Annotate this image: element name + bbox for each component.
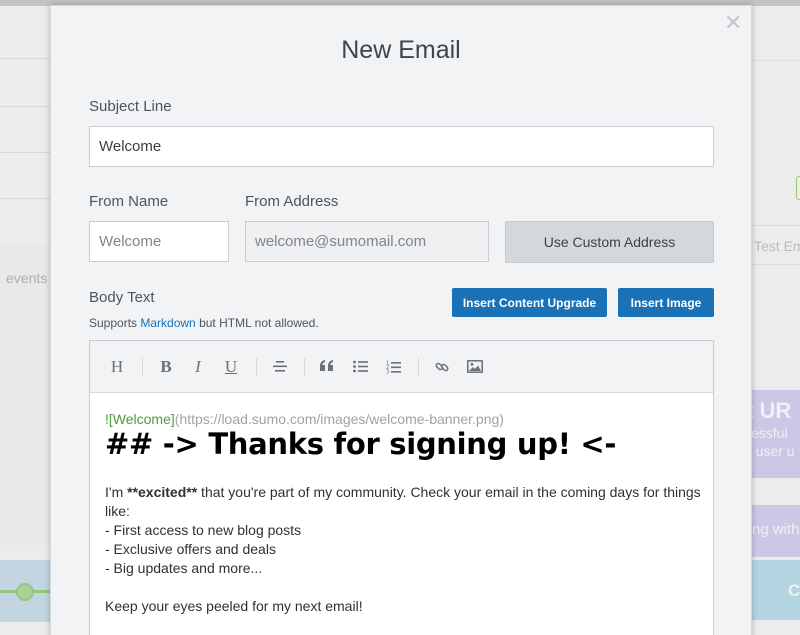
markdown-link[interactable]: Markdown [140,316,195,330]
underline-icon[interactable]: U [220,356,242,378]
bullet-list-icon[interactable] [349,356,371,378]
paragraph-bold: **excited** [127,484,198,500]
bold-icon[interactable]: B [155,356,177,378]
from-address-label: From Address [245,193,339,210]
markdown-support-note: Supports Markdown but HTML not allowed. [89,316,319,330]
supports-prefix: Supports [89,316,141,330]
toolbar-divider [418,358,419,376]
editor-toolbar: H B I U 123 [90,341,713,393]
modal-title: New Email [341,36,461,64]
new-email-modal: ✕ New Email Subject Line From Name From … [50,5,752,635]
toolbar-divider [304,358,305,376]
align-center-icon[interactable] [269,356,291,378]
image-icon[interactable] [464,356,486,378]
markdown-image-alt: ![Welcome] [105,411,175,427]
markdown-image-line: ![Welcome](https://load.sumo.com/images/… [105,411,705,427]
list-item: - First access to new blog posts [105,522,302,538]
insert-content-upgrade-button[interactable]: Insert Content Upgrade [452,288,607,317]
italic-icon[interactable]: I [187,356,209,378]
markdown-heading: ## -> Thanks for signing up! <- [105,427,617,461]
list-item: - Exclusive offers and deals [105,541,276,557]
markdown-image-url: (https://load.sumo.com/images/welcome-ba… [174,411,504,427]
markdown-list: - First access to new blog posts - Exclu… [105,521,705,578]
subject-input[interactable] [89,126,714,167]
heading-icon[interactable]: H [106,356,128,378]
paragraph-prefix: I'm [105,484,128,500]
markdown-paragraph: I'm **excited** that you're part of my c… [105,483,705,521]
from-address-input[interactable] [245,221,489,262]
body-text-label: Body Text [89,289,155,306]
markdown-editor[interactable]: H B I U 123 ![Welcome](https://load.sumo… [89,340,714,635]
from-name-label: From Name [89,193,169,210]
numbered-list-icon[interactable]: 123 [382,356,404,378]
svg-text:3: 3 [386,370,389,375]
from-name-input[interactable] [89,221,229,262]
close-icon[interactable]: ✕ [724,12,742,34]
supports-suffix: but HTML not allowed. [195,316,319,330]
list-item: - Big updates and more... [105,560,263,576]
editor-content[interactable]: ![Welcome](https://load.sumo.com/images/… [105,411,705,616]
insert-image-button[interactable]: Insert Image [618,288,714,317]
toolbar-divider [256,358,257,376]
markdown-closing-paragraph: Keep your eyes peeled for my next email! [105,598,363,614]
link-icon[interactable] [431,356,453,378]
quote-icon[interactable] [316,356,338,378]
subject-label: Subject Line [89,98,172,115]
use-custom-address-button[interactable]: Use Custom Address [505,221,714,263]
toolbar-divider [142,358,143,376]
